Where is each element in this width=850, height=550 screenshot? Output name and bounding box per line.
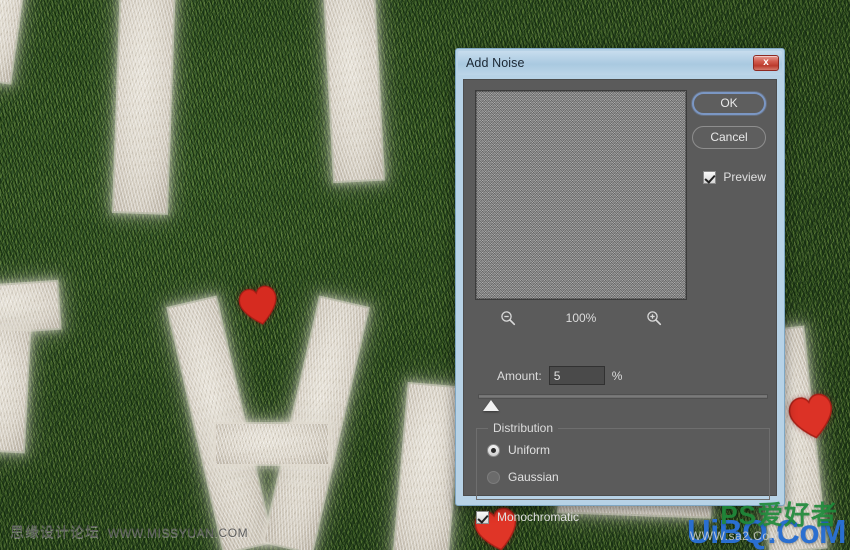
magnifier-minus-icon[interactable]	[500, 310, 516, 326]
heart-decoration	[234, 282, 283, 330]
letter-stroke	[0, 281, 60, 335]
noise-preview-image[interactable]	[475, 90, 687, 300]
monochromatic-checkbox-icon[interactable]	[476, 510, 489, 524]
ok-button[interactable]: OK	[692, 92, 766, 115]
close-icon[interactable]: x	[753, 55, 779, 71]
magnifier-plus-icon[interactable]	[646, 310, 662, 326]
radio-uniform-icon[interactable]	[487, 443, 500, 457]
letter-stroke	[114, 0, 174, 213]
amount-slider-thumb[interactable]	[483, 400, 499, 411]
distribution-legend: Distribution	[488, 421, 559, 435]
radio-uniform[interactable]: Uniform	[487, 443, 550, 457]
radio-gaussian[interactable]: Gaussian	[487, 470, 559, 484]
preview-checkbox-row[interactable]: Preview	[703, 170, 766, 184]
letter-stroke	[216, 424, 328, 464]
amount-slider[interactable]	[478, 392, 768, 420]
zoom-percentage: 100%	[565, 311, 597, 325]
add-noise-dialog: Add Noise x 100% Amount: 5 % Distributio…	[455, 48, 785, 524]
letter-stroke	[325, 0, 383, 182]
radio-gaussian-icon[interactable]	[487, 470, 500, 484]
radio-uniform-label: Uniform	[508, 443, 551, 457]
amount-slider-track[interactable]	[478, 394, 768, 399]
cancel-button[interactable]: Cancel	[692, 126, 766, 149]
preview-checkbox-icon[interactable]	[703, 170, 717, 184]
amount-unit-label: %	[611, 368, 623, 383]
radio-gaussian-label: Gaussian	[508, 470, 559, 484]
preview-label: Preview	[723, 170, 766, 184]
monochromatic-label: Monochromatic	[497, 510, 580, 524]
distribution-group: Distribution Uniform Gaussian	[476, 421, 770, 500]
amount-row: Amount: %	[497, 366, 622, 385]
screenshot-canvas: Add Noise x 100% Amount: 5 % Distributio…	[0, 0, 850, 550]
zoom-controls: 100%	[475, 308, 687, 328]
dialog-title: Add Noise	[466, 56, 525, 70]
amount-input[interactable]	[548, 366, 605, 385]
heart-decoration	[784, 390, 841, 445]
dialog-titlebar[interactable]: Add Noise x	[458, 51, 782, 75]
amount-label: Amount:	[497, 368, 542, 383]
dialog-button-column: OK Cancel	[692, 92, 766, 149]
dialog-body: 100% Amount: %	[463, 79, 777, 524]
monochromatic-checkbox-row[interactable]: Monochromatic	[476, 510, 579, 524]
